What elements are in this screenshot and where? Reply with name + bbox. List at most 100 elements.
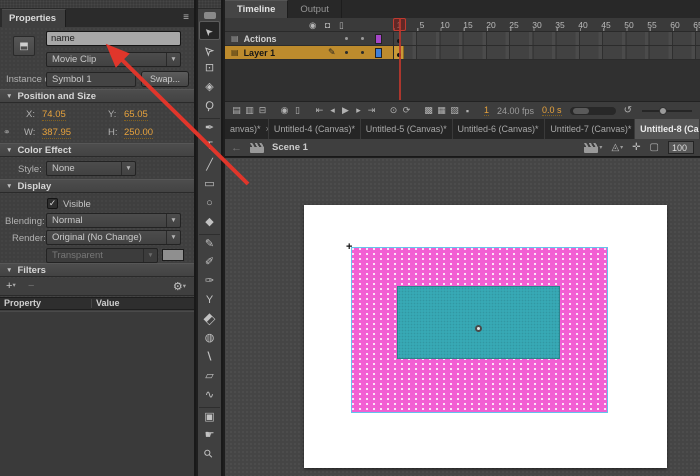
timeline-zoom-slider[interactable] (642, 110, 692, 112)
layer-lock-dot[interactable] (361, 37, 364, 40)
selection-tool[interactable]: ➤ (199, 21, 220, 40)
layer-outline-color-swatch[interactable] (375, 48, 382, 58)
bone-tool[interactable]: Y (199, 291, 220, 310)
gradient-transform-tool[interactable]: ◈ (199, 78, 220, 97)
onion-skin-button[interactable]: ▩ (422, 105, 435, 116)
go-to-first-frame-button[interactable]: ⇤ (313, 105, 326, 116)
polystar-tool[interactable]: ◆ (199, 213, 220, 232)
zoom-tool[interactable]: ⚲ (199, 445, 220, 464)
center-stage-button[interactable]: ✛ (632, 142, 640, 153)
symbol-type-dropdown[interactable]: Movie Clip ▼ (46, 52, 181, 67)
eyedropper-tool[interactable]: ∖ (199, 348, 220, 367)
layer-parenting-button[interactable]: ▯ (291, 105, 304, 116)
reset-timeline-zoom-icon[interactable]: ↺ (624, 105, 632, 116)
brush-tool[interactable]: ✐ (199, 253, 220, 272)
toolbar-collapse-handle[interactable] (204, 12, 216, 19)
back-arrow-icon[interactable]: ← (231, 142, 242, 154)
render-dropdown[interactable]: Original (No Change) ▼ (46, 230, 181, 245)
layer-visibility-dot[interactable] (345, 51, 348, 54)
edit-multiple-frames-button[interactable]: ▧ (448, 105, 461, 116)
width-tool[interactable]: ∿ (199, 386, 220, 405)
link-width-height-icon[interactable]: ⚭ (3, 127, 11, 138)
timeline-scrollbar[interactable] (570, 107, 616, 115)
tab-timeline[interactable]: Timeline (225, 0, 288, 18)
x-value[interactable]: 74.05 (42, 109, 66, 121)
doc-tab-clipped[interactable]: anvas)* × (225, 119, 269, 139)
step-forward-button[interactable]: ▸ (352, 105, 365, 116)
new-layer-button[interactable]: ▤ (230, 105, 243, 116)
remove-filter-button[interactable]: − (28, 280, 34, 292)
section-position-and-size[interactable]: ▼ Position and Size (0, 89, 194, 103)
show-layers-as-outlines-icon[interactable]: ▯ (339, 20, 344, 31)
layer-row-layer1[interactable]: ▤ Layer 1 ✎ (225, 46, 700, 60)
paint-bucket-tool[interactable]: ◧ (199, 310, 220, 329)
oval-tool[interactable]: ○ (199, 194, 220, 213)
current-frame-value[interactable]: 1 (484, 105, 489, 116)
visible-checkbox[interactable]: ✓ (47, 198, 58, 209)
camera-tool[interactable]: ▣ (199, 407, 220, 426)
layer-row-actions[interactable]: ▤ Actions (225, 32, 700, 46)
layer-visibility-dot[interactable] (345, 37, 348, 40)
layer-name-column[interactable]: ▤ Actions (225, 32, 394, 46)
zoom-slider-knob[interactable] (659, 107, 667, 115)
panel-menu-icon[interactable]: ≡ (183, 12, 189, 23)
inner-teal-rectangle[interactable] (397, 286, 560, 359)
lasso-tool[interactable]: Ϙ (199, 97, 220, 116)
loop-button[interactable]: ⟳ (400, 105, 413, 116)
elapsed-time-value[interactable]: 0.0 s (542, 105, 562, 116)
layer-frames[interactable] (394, 46, 700, 60)
stage-zoom-input[interactable]: 100 (668, 141, 694, 154)
section-color-effect[interactable]: ▼ Color Effect (0, 143, 194, 157)
w-value[interactable]: 387.95 (42, 127, 71, 139)
pencil-tool[interactable]: ✎ (199, 234, 220, 253)
background-color-swatch[interactable] (162, 249, 184, 261)
add-camera-button[interactable]: ◉ (278, 105, 291, 116)
go-to-last-frame-button[interactable]: ⇥ (365, 105, 378, 116)
paint-brush-tool[interactable]: ✑ (199, 272, 220, 291)
hand-tool[interactable]: ☛ (199, 426, 220, 445)
blending-dropdown[interactable]: Normal ▼ (46, 213, 181, 228)
doc-tab-untitled-5[interactable]: Untitled-5 (Canvas)* × (361, 119, 453, 139)
doc-tab-untitled-8[interactable]: Untitled-8 (Canva (635, 119, 700, 139)
doc-tab-untitled-6[interactable]: Untitled-6 (Canvas)* × (453, 119, 546, 139)
stage[interactable]: + (304, 205, 667, 468)
swap-button[interactable]: Swap... (141, 71, 189, 87)
pasteboard[interactable]: + (225, 158, 700, 476)
selected-movie-clip-shape[interactable]: + (351, 247, 608, 413)
rectangle-tool[interactable]: ▭ (199, 175, 220, 194)
free-transform-tool[interactable]: ⊡ (199, 59, 220, 78)
text-tool[interactable]: T (199, 137, 220, 156)
filter-options-button[interactable]: ⚙▾ (173, 280, 186, 293)
layer-lock-dot[interactable] (361, 51, 364, 54)
clip-content-button[interactable]: ▢ (650, 142, 659, 153)
edit-symbols-button[interactable]: ◬▾ (611, 142, 623, 153)
doc-tab-untitled-7[interactable]: Untitled-7 (Canvas)* × (545, 119, 635, 139)
instance-name-input[interactable]: name (46, 31, 181, 46)
doc-tab-untitled-4[interactable]: Untitled-4 (Canvas)* × (269, 119, 361, 139)
style-dropdown[interactable]: None ▼ (46, 161, 136, 176)
layer-name-column[interactable]: ▤ Layer 1 ✎ (225, 46, 394, 60)
filters-table-body[interactable] (0, 311, 194, 476)
frame-rate-value[interactable]: 24.00 fps (497, 106, 534, 116)
transformation-point[interactable] (475, 325, 482, 332)
y-value[interactable]: 65.05 (124, 109, 148, 121)
timeline-ruler[interactable]: ◉◘▯ 15101520253035404550556065 (225, 18, 700, 32)
instance-of-field[interactable]: Symbol 1 (46, 72, 136, 87)
delete-layer-button[interactable]: ⊟ (256, 105, 269, 116)
modify-markers-button[interactable]: ▪ (461, 106, 474, 116)
add-filter-button[interactable]: +▾ (6, 280, 16, 292)
edit-scene-button[interactable]: ▾ (584, 143, 602, 153)
toolbar-drag-grip[interactable] (198, 0, 221, 9)
layer-outline-color-swatch[interactable] (375, 34, 382, 44)
panel-drag-grip[interactable] (0, 0, 194, 9)
eraser-tool[interactable]: ▱ (199, 367, 220, 386)
subselection-tool[interactable]: ➤ (199, 40, 220, 59)
layer-frames[interactable] (394, 32, 700, 46)
h-value[interactable]: 250.00 (124, 127, 153, 139)
section-filters[interactable]: ▼ Filters (0, 263, 194, 277)
lock-unlock-all-layers-icon[interactable]: ◘ (325, 20, 330, 30)
section-display[interactable]: ▼ Display (0, 179, 194, 193)
show-hide-all-layers-icon[interactable]: ◉ (309, 20, 316, 31)
step-back-button[interactable]: ◂ (326, 105, 339, 116)
line-tool[interactable]: ╱ (199, 156, 220, 175)
